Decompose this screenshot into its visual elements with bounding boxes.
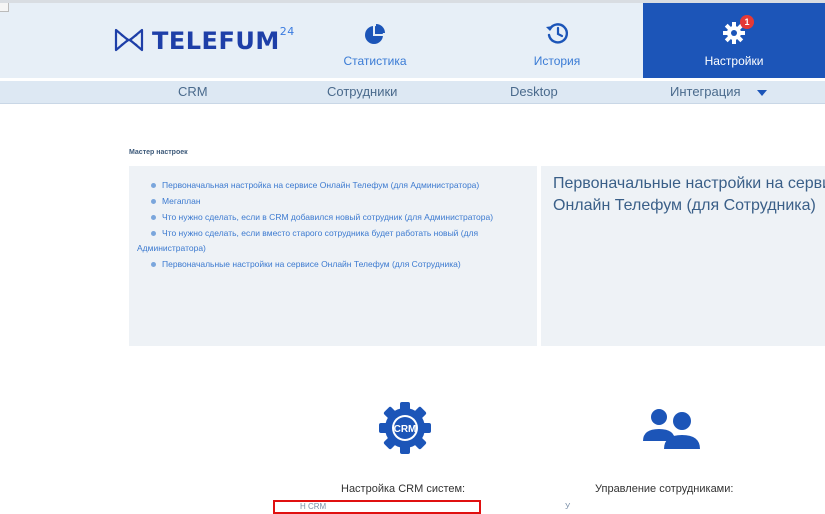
wizard-item-label: Что нужно сделать, если вместо старого с… (137, 228, 479, 253)
subnav-item-integration[interactable]: Интеграция (670, 84, 767, 99)
top-navigation-bar: TELEFUM24 Статистика История 1 Настройки (0, 0, 825, 78)
crm-icon-text: CRM (394, 424, 417, 435)
highlight-box (273, 500, 481, 514)
wizard-title: Мастер настроек (129, 149, 188, 156)
window-corner (0, 3, 9, 12)
history-icon (545, 21, 569, 48)
subnav-item-crm[interactable]: CRM (178, 84, 208, 99)
users-icon[interactable] (640, 407, 702, 456)
pie-chart-icon (364, 23, 386, 48)
bullet-icon (151, 198, 156, 204)
app-logo[interactable]: TELEFUM24 (112, 23, 295, 57)
bullet-icon (151, 214, 156, 220)
gear-icon: 1 (722, 15, 754, 48)
subnav-item-employees[interactable]: Сотрудники (327, 84, 397, 99)
wizard-detail-panel: Первоначальные настройки на сервисе Онла… (541, 166, 825, 346)
tab-statistics-label: Статистика (343, 54, 407, 68)
bullet-icon (151, 182, 156, 188)
tab-statistics[interactable]: Статистика (300, 3, 450, 78)
tab-history[interactable]: История (482, 3, 632, 78)
sub-navigation-bar: CRM Сотрудники Desktop Интеграция (0, 81, 825, 104)
chevron-down-icon[interactable] (756, 89, 767, 96)
wizard-list-item[interactable]: Мегаплан (137, 194, 529, 209)
logo-wordmark: TELEFUM (152, 27, 280, 55)
wizard-item-label: Первоначальная настройка на сервисе Онла… (162, 180, 480, 190)
wizard-item-label: Первоначальные настройки на сервисе Онла… (162, 259, 461, 269)
crm-gear-icon[interactable]: CRM (374, 400, 436, 461)
wizard-list-item[interactable]: Что нужно сделать, если вместо старого с… (137, 226, 529, 256)
notification-badge: 1 (740, 15, 754, 29)
tab-settings[interactable]: 1 Настройки (643, 3, 825, 78)
wizard-item-label: Мегаплан (162, 196, 201, 206)
logo-text: TELEFUM24 (152, 25, 295, 55)
tab-history-label: История (533, 54, 581, 68)
subnav-item-integration-label: Интеграция (670, 84, 741, 99)
bullet-icon (151, 261, 156, 267)
wizard-list-item[interactable]: Первоначальная настройка на сервисе Онла… (137, 178, 529, 193)
bullet-icon (151, 230, 156, 236)
wizard-list-item[interactable]: Что нужно сделать, если в CRM добавился … (137, 210, 529, 225)
wizard-list-item[interactable]: Первоначальные настройки на сервисе Онла… (137, 257, 529, 272)
wizard-detail-heading: Первоначальные настройки на сервисе Онла… (553, 175, 825, 214)
crm-settings-label: Настройка CRM систем: (341, 483, 466, 495)
tab-settings-label: Настройки (704, 54, 764, 68)
wizard-list: Первоначальная настройка на сервисе Онла… (129, 166, 537, 346)
subnav-item-desktop[interactable]: Desktop (510, 84, 558, 99)
employees-management-label: Управление сотрудниками: (595, 483, 734, 495)
wizard-item-label: Что нужно сделать, если в CRM добавился … (162, 212, 494, 222)
logo-suffix: 24 (279, 25, 295, 38)
logo-mark-icon (114, 28, 144, 52)
